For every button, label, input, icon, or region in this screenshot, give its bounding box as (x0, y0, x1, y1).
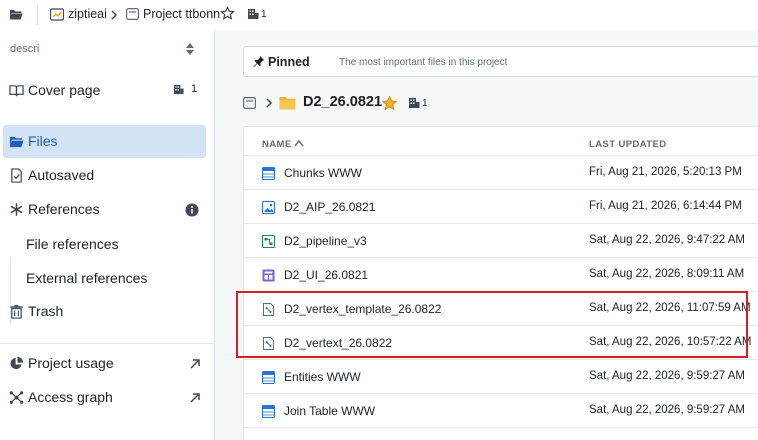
sort-ascending-icon[interactable] (294, 139, 304, 147)
file-name: D2_pipeline_v3 (284, 234, 367, 248)
folder-open-icon (9, 136, 24, 148)
sidebar-item-files[interactable]: Files (3, 125, 206, 158)
sidebar-item-label: Cover page (28, 82, 101, 98)
folder-path: D2_26.0821 1 (243, 91, 743, 115)
file-name: D2_UI_26.0821 (284, 268, 369, 282)
table-row[interactable]: D2_UI_26.0821 Sat, Aug 22, 2026, 8:09:11… (244, 257, 758, 291)
folder-open-icon[interactable] (9, 8, 23, 20)
file-name: Join Table WWW (284, 404, 376, 418)
folder-resource-count: 1 (422, 98, 428, 109)
info-icon[interactable] (185, 203, 199, 217)
trash-icon (10, 304, 23, 319)
arrow-top-right-icon[interactable] (189, 358, 201, 370)
sidebar-item-project-usage[interactable]: Project usage (3, 347, 206, 380)
folder-title: D2_26.0821 (303, 94, 383, 110)
table-row[interactable]: Entities WWW Sat, Aug 22, 2026, 9:59:27 … (244, 359, 758, 393)
dataset-icon (262, 371, 275, 384)
table-row[interactable]: D2_AIP_26.0821 Fri, Aug 21, 2026, 6:14:4… (244, 189, 758, 223)
image-icon (262, 201, 275, 214)
sidebar-item-label: Files (28, 133, 58, 149)
book-open-icon (9, 85, 24, 97)
sidebar-item-cover-page[interactable]: Cover page 1 (3, 74, 206, 107)
top-bar: ziptieai Project ttbonn 1 (0, 0, 758, 30)
star-outline-icon[interactable] (220, 6, 235, 21)
resource-building-icon (248, 9, 259, 19)
file-date: Sat, Aug 22, 2026, 8:09:11 AM (589, 268, 745, 280)
sidebar-item-file-references[interactable]: File references (26, 236, 119, 252)
file-date: Fri, Aug 21, 2026, 6:14:44 PM (589, 200, 742, 212)
sidebar-item-access-graph[interactable]: Access graph (3, 381, 206, 414)
sidebar-item-label: Autosaved (28, 167, 95, 183)
app-icon (262, 269, 275, 282)
table-row[interactable]: Chunks WWW Fri, Aug 21, 2026, 5:20:13 PM (244, 155, 758, 189)
pie-chart-icon (10, 356, 24, 370)
sidebar-item-label: Access graph (28, 389, 113, 405)
pin-icon (253, 55, 265, 68)
star-filled-icon[interactable] (381, 95, 398, 112)
file-name: D2_AIP_26.0821 (284, 200, 376, 214)
table-row-partial (244, 427, 758, 440)
sidebar-item-autosaved[interactable]: Autosaved (3, 159, 206, 192)
document-check-icon (11, 168, 22, 183)
cover-page-count: 1 (173, 83, 197, 95)
sidebar-item-trash[interactable]: Trash (3, 295, 206, 328)
highlight-annotation-box (236, 291, 748, 358)
graph-nodes-icon (9, 391, 24, 404)
files-table: NAME LAST UPDATED Chunks WWW Fri, Aug 21… (243, 126, 758, 440)
sidebar-item-external-references[interactable]: External references (26, 270, 147, 286)
main-content: Pinned The most important files in this … (215, 30, 758, 440)
file-date: Sat, Aug 22, 2026, 9:47:22 AM (589, 234, 746, 246)
table-row[interactable]: Join Table WWW Sat, Aug 22, 2026, 9:59:2… (244, 393, 758, 427)
chevron-right-icon (111, 10, 118, 20)
pinned-title: Pinned (268, 55, 310, 69)
sidebar-divider (0, 343, 214, 344)
sidebar-filter-text[interactable]: descri (10, 43, 39, 55)
project-icon (126, 8, 139, 20)
file-name: Entities WWW (284, 370, 361, 384)
sidebar-item-label: Trash (28, 303, 64, 319)
column-header-last-updated[interactable]: LAST UPDATED (589, 139, 666, 150)
pinned-description: The most important files in this project (339, 57, 508, 68)
breadcrumb-org[interactable]: ziptieai (68, 7, 107, 21)
sidebar-item-label: References (28, 201, 100, 217)
arrow-top-right-icon[interactable] (189, 392, 201, 404)
topbar-separator (37, 5, 38, 25)
resource-building-icon (173, 84, 184, 94)
dataset-icon (262, 405, 275, 418)
folder-icon (279, 97, 296, 110)
breadcrumb-resource-count: 1 (261, 9, 267, 20)
sidebar: descri Cover page 1 Files Autosaved Refe… (0, 30, 215, 440)
file-date: Sat, Aug 22, 2026, 9:59:27 AM (589, 370, 746, 382)
pipeline-icon (262, 235, 275, 248)
file-date: Sat, Aug 22, 2026, 9:59:27 AM (589, 404, 746, 416)
sidebar-item-label: Project usage (28, 355, 114, 371)
asterisk-icon (10, 203, 23, 216)
project-icon[interactable] (243, 97, 256, 109)
dataset-icon (262, 167, 275, 180)
file-date: Fri, Aug 21, 2026, 5:20:13 PM (589, 166, 742, 178)
chevron-right-icon (266, 98, 273, 108)
pinned-section[interactable]: Pinned The most important files in this … (243, 46, 758, 77)
table-row[interactable]: D2_pipeline_v3 Sat, Aug 22, 2026, 9:47:2… (244, 223, 758, 257)
resource-building-icon (409, 98, 420, 108)
breadcrumb-project[interactable]: Project ttbonn (143, 7, 220, 21)
column-header-name[interactable]: NAME (262, 139, 292, 150)
file-name: Chunks WWW (284, 166, 362, 180)
sidebar-item-references[interactable]: References (3, 193, 206, 226)
sort-toggle-icon[interactable] (185, 42, 195, 56)
org-folder-icon (50, 8, 64, 21)
cover-page-count-value: 1 (191, 83, 198, 95)
